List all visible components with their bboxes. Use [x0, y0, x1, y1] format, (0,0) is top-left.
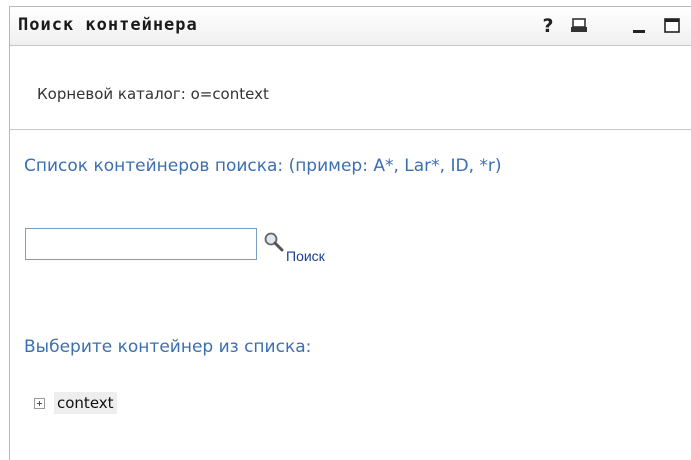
root-context-text: Корневой каталог: o=context	[37, 85, 269, 103]
magnifier-icon[interactable]	[263, 231, 285, 253]
tree-item-label[interactable]: context	[54, 392, 117, 414]
search-list-label: Список контейнеров поиска: (пример: A*, …	[24, 156, 502, 176]
portlet-title: Поиск контейнера	[18, 15, 198, 35]
expand-plus-icon[interactable]	[34, 397, 45, 409]
maximize-icon[interactable]	[660, 13, 684, 39]
print-icon[interactable]	[567, 13, 591, 39]
choose-container-label: Выберите контейнер из списка:	[24, 337, 312, 357]
tree-item-context[interactable]: context	[34, 392, 117, 414]
container-search-portlet: Поиск контейнера ? Корневой каталог: o=c…	[9, 6, 691, 460]
search-link[interactable]: Поиск	[286, 248, 325, 264]
help-icon[interactable]: ?	[536, 13, 560, 39]
root-context-bar: Корневой каталог: o=context	[10, 46, 691, 130]
minimize-icon[interactable]	[627, 11, 651, 37]
search-input[interactable]	[25, 228, 257, 260]
portlet-titlebar: Поиск контейнера ?	[10, 7, 691, 46]
